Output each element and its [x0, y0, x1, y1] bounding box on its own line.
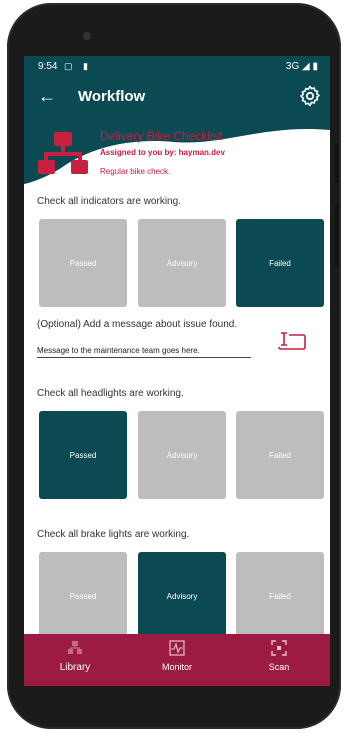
volume-button: [335, 143, 339, 183]
check-question-headlights: Check all headlights are working.: [37, 388, 184, 399]
status-time: 9:54: [38, 61, 58, 72]
check-question-indicators: Check all indicators are working.: [37, 196, 181, 207]
check-question-brake-lights: Check all brake lights are working.: [37, 529, 190, 540]
text-field-icon[interactable]: [277, 331, 307, 351]
front-camera: [83, 32, 91, 40]
notification-icons: ▢ ▮: [64, 61, 92, 71]
signal-battery-icons: 3G ◢ ▮: [285, 61, 318, 72]
scan-icon: [271, 640, 287, 656]
checklist-note: Regular bike check.: [100, 167, 171, 176]
nav-scan-label: Scan: [268, 662, 290, 672]
option-failed[interactable]: Failed: [236, 552, 324, 640]
option-advisory[interactable]: Advisory: [138, 219, 226, 307]
page-title: Workflow: [78, 88, 146, 105]
nav-library[interactable]: Library: [24, 634, 126, 686]
option-passed[interactable]: Passed: [39, 219, 127, 307]
back-arrow-icon[interactable]: ←: [38, 86, 56, 107]
library-icon: [68, 641, 82, 654]
app-bar: ← Workflow: [24, 78, 330, 118]
nav-monitor[interactable]: Monitor: [126, 634, 228, 686]
bottom-navigation: Library Monitor Scan: [24, 634, 330, 686]
message-label: (Optional) Add a message about issue fou…: [37, 319, 238, 330]
option-advisory[interactable]: Advisory: [138, 411, 226, 499]
option-passed[interactable]: Passed: [39, 552, 127, 640]
checklist-title: Delivery Bike Checklist: [100, 129, 223, 143]
assigned-by: Assigned to you by: hayman.dev: [100, 148, 225, 157]
option-failed[interactable]: Failed: [236, 411, 324, 499]
nav-library-label: Library: [59, 662, 91, 673]
org-chart-icon: [38, 132, 88, 174]
message-input[interactable]: [37, 344, 251, 358]
status-bar: 9:54 ▢ ▮ 3G ◢ ▮: [24, 56, 330, 78]
power-button: [335, 203, 339, 267]
nav-scan[interactable]: Scan: [228, 634, 330, 686]
monitor-icon: [169, 640, 185, 656]
option-advisory-selected[interactable]: Advisory: [138, 552, 226, 640]
app-screen: 9:54 ▢ ▮ 3G ◢ ▮ ← Workflow Delivery Bike…: [24, 56, 330, 686]
option-passed-selected[interactable]: Passed: [39, 411, 127, 499]
option-failed-selected[interactable]: Failed: [236, 219, 324, 307]
nav-monitor-label: Monitor: [161, 662, 192, 672]
gear-icon[interactable]: [298, 84, 322, 108]
